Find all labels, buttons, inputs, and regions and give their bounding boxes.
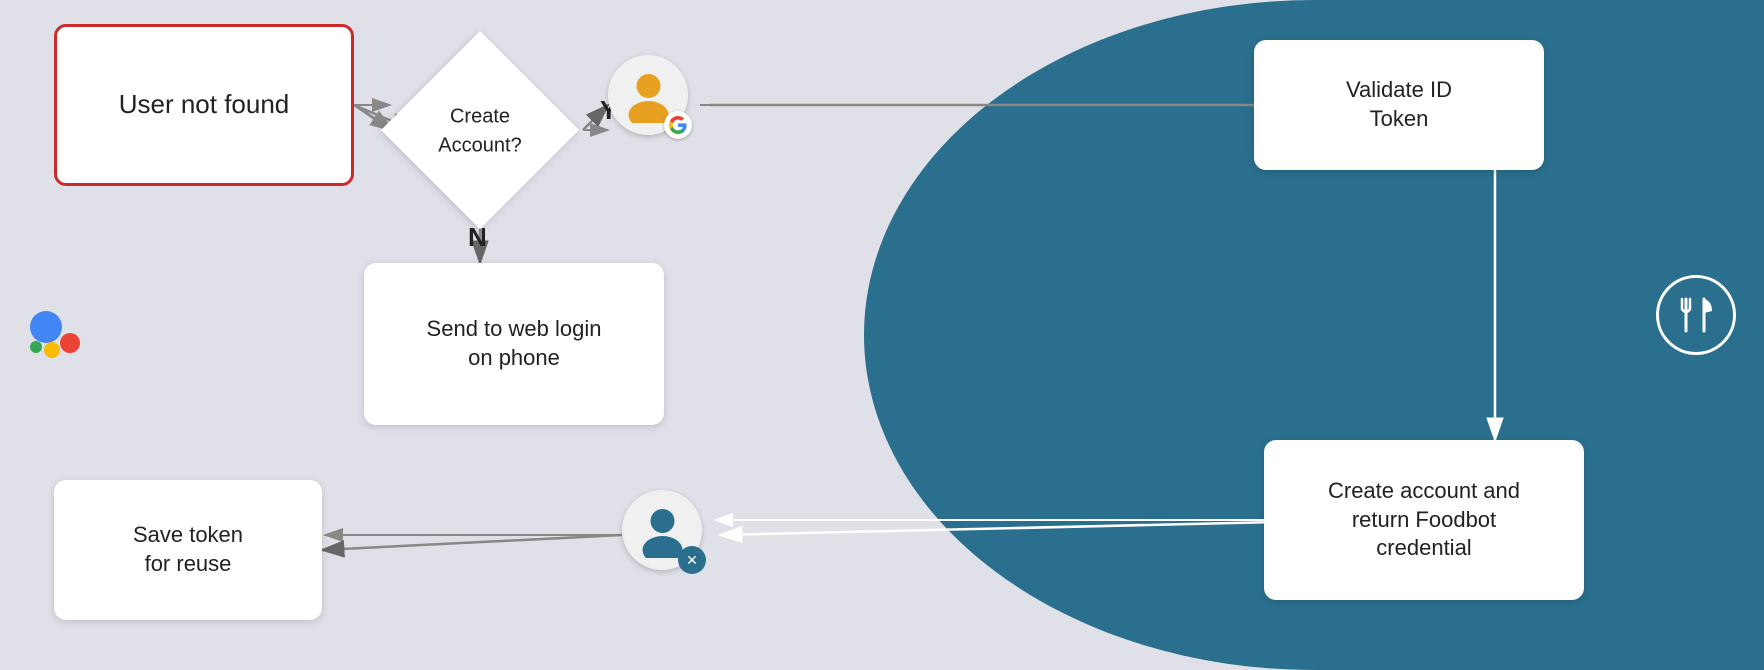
- google-user-avatar: [608, 55, 688, 135]
- foodbot-badge: ✕: [678, 546, 706, 574]
- no-label: N: [468, 222, 487, 253]
- fork-knife-icon: [1656, 275, 1736, 355]
- foodbot-user-avatar: ✕: [622, 490, 702, 570]
- diamond-shape: [381, 31, 579, 229]
- validate-id-token-node: Validate ID Token: [1254, 40, 1544, 170]
- assistant-svg: [18, 295, 93, 370]
- validate-id-label: Validate ID Token: [1346, 76, 1452, 133]
- user-not-found-node: User not found: [54, 24, 354, 186]
- google-g-icon: [669, 116, 687, 134]
- user-not-found-label: User not found: [119, 88, 290, 122]
- create-account-node: Create account and return Foodbot creden…: [1264, 440, 1584, 600]
- create-account-diamond: CreateAccount?: [380, 30, 580, 230]
- save-token-label: Save token for reuse: [133, 521, 243, 578]
- fork-knife-circle: [1656, 275, 1736, 355]
- utensils-svg: [1674, 293, 1718, 337]
- google-badge: [664, 111, 692, 139]
- google-assistant-icon: [18, 295, 93, 375]
- avatar-circle-google: [608, 55, 688, 135]
- avatar-circle-foodbot: ✕: [622, 490, 702, 570]
- send-to-web-node: Send to web login on phone: [364, 263, 664, 425]
- send-web-label: Send to web login on phone: [427, 315, 602, 372]
- create-account-label: Create account and return Foodbot creden…: [1328, 477, 1520, 563]
- save-token-node: Save token for reuse: [54, 480, 322, 620]
